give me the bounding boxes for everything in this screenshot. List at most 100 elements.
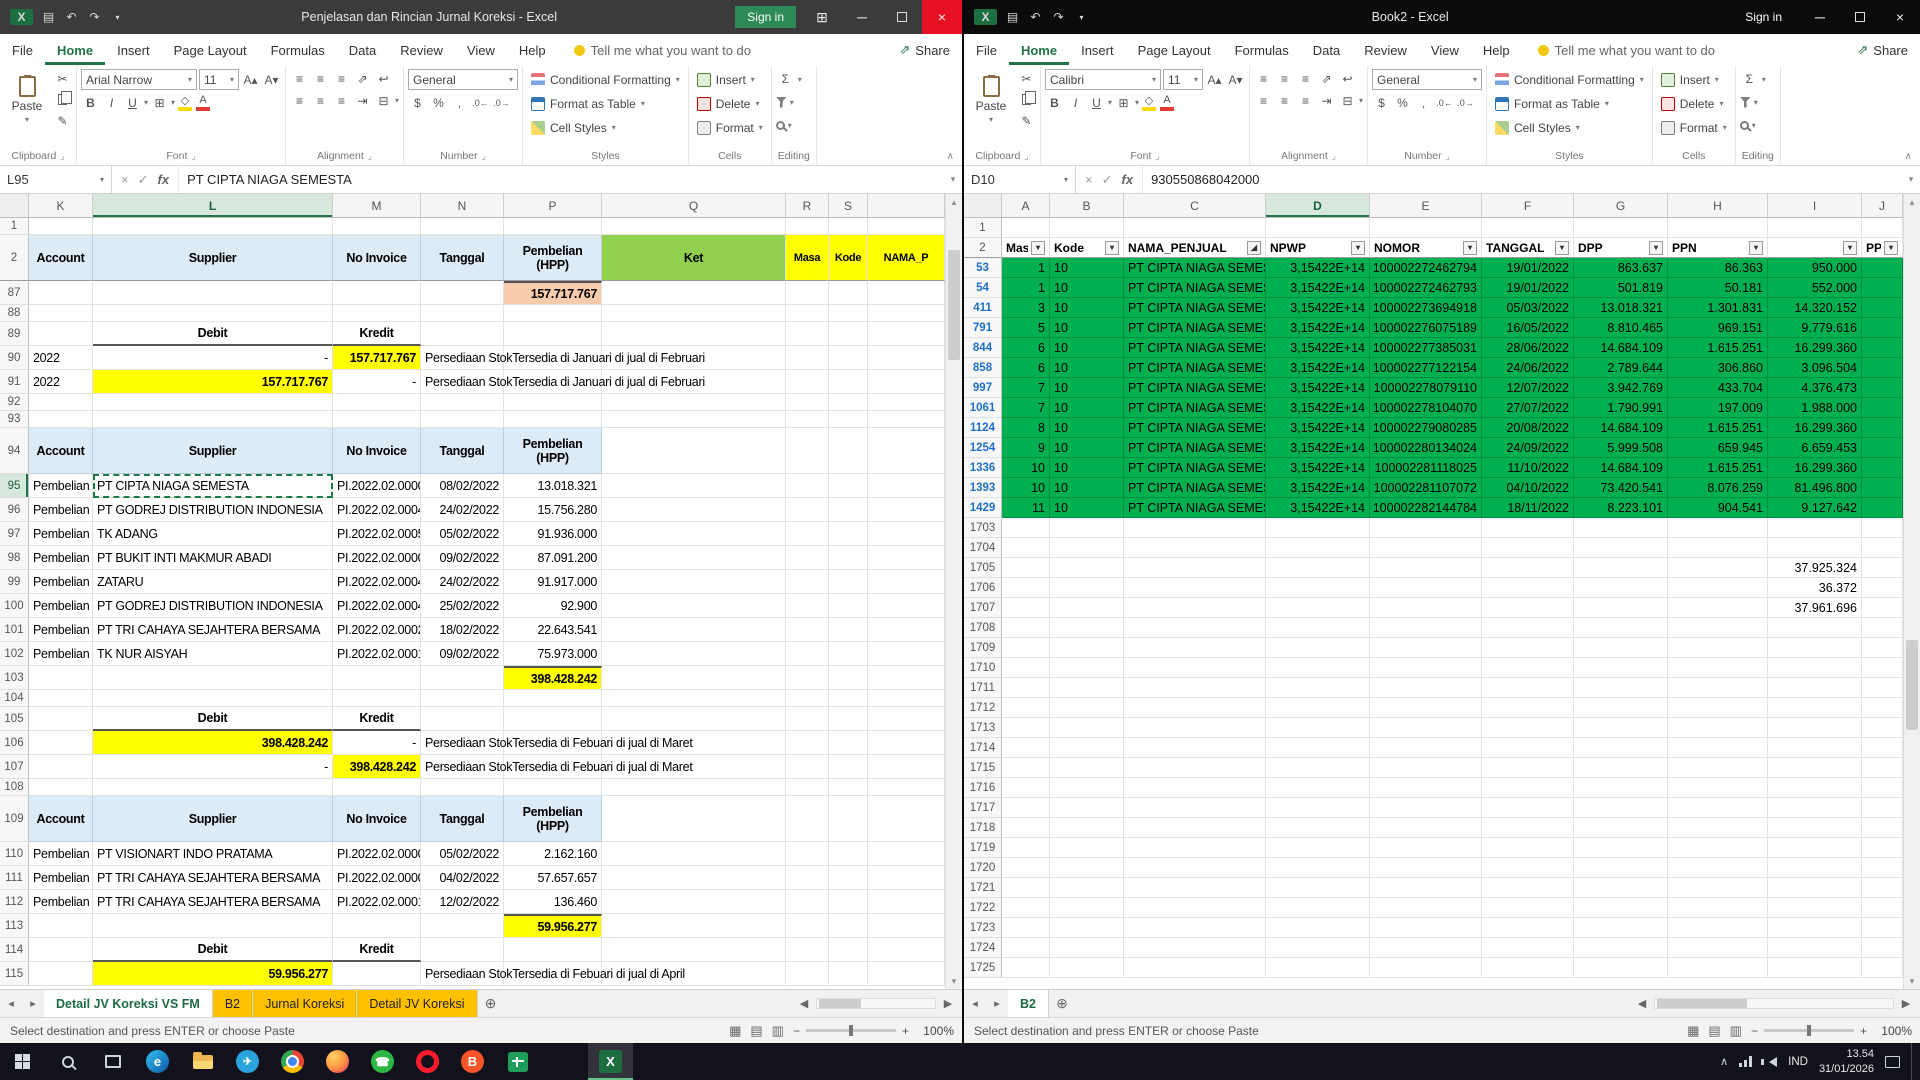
cell[interactable]: 100002281107072 — [1370, 478, 1482, 498]
cell[interactable]: 10 — [1050, 258, 1124, 278]
cell[interactable]: PT GODREJ DISTRIBUTION INDONESIA — [93, 498, 333, 522]
cell[interactable]: 16.299.360 — [1768, 458, 1862, 478]
cell[interactable]: 8.076.259 — [1668, 478, 1768, 498]
cell[interactable] — [1002, 538, 1050, 558]
tab-help[interactable]: Help — [507, 35, 558, 65]
cell[interactable] — [1668, 918, 1768, 938]
cell[interactable]: PI.2022.02.00057 — [333, 522, 421, 546]
cell[interactable] — [1668, 838, 1768, 858]
cell[interactable] — [29, 962, 93, 986]
collapse-ribbon-icon[interactable]: ∧ — [1905, 151, 1912, 162]
cell[interactable]: 5 — [1002, 318, 1050, 338]
cell[interactable] — [1862, 578, 1903, 598]
row-header[interactable]: 791 — [964, 318, 1002, 338]
cell[interactable]: 86.363 — [1668, 258, 1768, 278]
grow-font-icon[interactable]: A▴ — [1205, 70, 1224, 89]
row-header[interactable]: 107 — [0, 755, 29, 779]
cell[interactable] — [602, 842, 786, 866]
taskbar-icon-start[interactable] — [0, 1043, 45, 1080]
cell[interactable] — [1050, 738, 1124, 758]
zoom-level[interactable]: 100% — [918, 1024, 954, 1038]
cell[interactable] — [1266, 638, 1370, 658]
cell[interactable]: PT CIPTA NIAGA SEMESTA — [1124, 338, 1266, 358]
cell[interactable] — [1002, 798, 1050, 818]
cell[interactable] — [1124, 798, 1266, 818]
cell[interactable] — [29, 914, 93, 938]
spreadsheet-grid[interactable]: ABCDEFGHIJ12Masa▾Kode▾NAMA_PENJUAL◢NPWP▾… — [964, 194, 1903, 989]
cell[interactable] — [1862, 378, 1903, 398]
row-header[interactable]: 99 — [0, 570, 29, 594]
row-header[interactable]: 88 — [0, 305, 29, 322]
cell[interactable] — [829, 842, 868, 866]
cell[interactable] — [29, 690, 93, 707]
cell[interactable] — [1050, 758, 1124, 778]
cell[interactable] — [1266, 938, 1370, 958]
cell[interactable] — [1574, 678, 1668, 698]
cell[interactable] — [1124, 538, 1266, 558]
cell[interactable] — [1370, 878, 1482, 898]
cell[interactable] — [602, 570, 786, 594]
cell[interactable]: Kredit — [333, 707, 421, 731]
cell[interactable] — [333, 411, 421, 428]
cell[interactable] — [868, 618, 945, 642]
cell[interactable] — [1002, 858, 1050, 878]
cell[interactable] — [1124, 938, 1266, 958]
cell[interactable]: PT GODREJ DISTRIBUTION INDONESIA — [93, 594, 333, 618]
cell[interactable] — [1768, 718, 1862, 738]
cell[interactable] — [1862, 818, 1903, 838]
cell[interactable]: PT CIPTA NIAGA SEMESTA — [1124, 318, 1266, 338]
cell[interactable] — [1482, 598, 1574, 618]
cell[interactable] — [421, 707, 504, 731]
cell[interactable]: TANGGAL▾ — [1482, 238, 1574, 258]
cell[interactable]: 59.956.277 — [93, 962, 333, 986]
cell[interactable] — [1862, 878, 1903, 898]
cell[interactable] — [1574, 798, 1668, 818]
close-button[interactable]: × — [1880, 0, 1920, 34]
cell[interactable] — [1370, 758, 1482, 778]
cell[interactable] — [1574, 858, 1668, 878]
cell[interactable] — [1124, 698, 1266, 718]
row-header[interactable]: 1710 — [964, 658, 1002, 678]
vertical-scrollbar[interactable]: ▴ ▾ — [1903, 194, 1920, 989]
taskbar-icon-edge[interactable]: e — [135, 1043, 180, 1080]
autosum-button[interactable]: Σ▾ — [1740, 69, 1776, 89]
row-header[interactable]: 1723 — [964, 918, 1002, 938]
copy-icon[interactable] — [1017, 90, 1036, 109]
cell[interactable]: Account — [29, 235, 93, 281]
cell[interactable]: 1.301.831 — [1668, 298, 1768, 318]
cell[interactable]: Account — [29, 796, 93, 842]
hidden-icons-chevron[interactable]: ∧ — [1720, 1055, 1728, 1068]
cell[interactable] — [29, 755, 93, 779]
cell[interactable] — [1482, 838, 1574, 858]
tab-review[interactable]: Review — [388, 35, 455, 65]
cell[interactable] — [1768, 898, 1862, 918]
cell[interactable]: 5.999.508 — [1574, 438, 1668, 458]
cell[interactable] — [504, 305, 602, 322]
cell[interactable] — [1266, 518, 1370, 538]
cell[interactable] — [1124, 718, 1266, 738]
cell[interactable] — [829, 411, 868, 428]
name-box[interactable]: D10▾ — [964, 166, 1076, 193]
cell[interactable] — [1768, 958, 1862, 978]
cell[interactable] — [93, 690, 333, 707]
column-header[interactable]: E — [1370, 194, 1482, 217]
cell[interactable] — [1266, 698, 1370, 718]
cell[interactable]: 501.819 — [1574, 278, 1668, 298]
grow-font-icon[interactable]: A▴ — [241, 70, 260, 89]
customize-toolbar-icon[interactable]: ▾ — [1070, 13, 1093, 22]
cell[interactable] — [1050, 538, 1124, 558]
cell[interactable] — [602, 322, 786, 346]
cell[interactable] — [786, 370, 829, 394]
cell[interactable] — [1002, 218, 1050, 238]
cell[interactable] — [421, 666, 504, 690]
cell[interactable]: NAMA_P — [868, 235, 945, 281]
cell[interactable]: 3,15422E+14 — [1266, 318, 1370, 338]
cell[interactable] — [602, 522, 786, 546]
cell[interactable]: 10 — [1050, 358, 1124, 378]
cell[interactable] — [1768, 538, 1862, 558]
cell[interactable] — [1050, 518, 1124, 538]
cell[interactable]: 3,15422E+14 — [1266, 398, 1370, 418]
cell[interactable] — [1266, 558, 1370, 578]
cell[interactable]: 08/02/2022 — [421, 474, 504, 498]
align-right-icon[interactable]: ≡ — [332, 91, 351, 110]
